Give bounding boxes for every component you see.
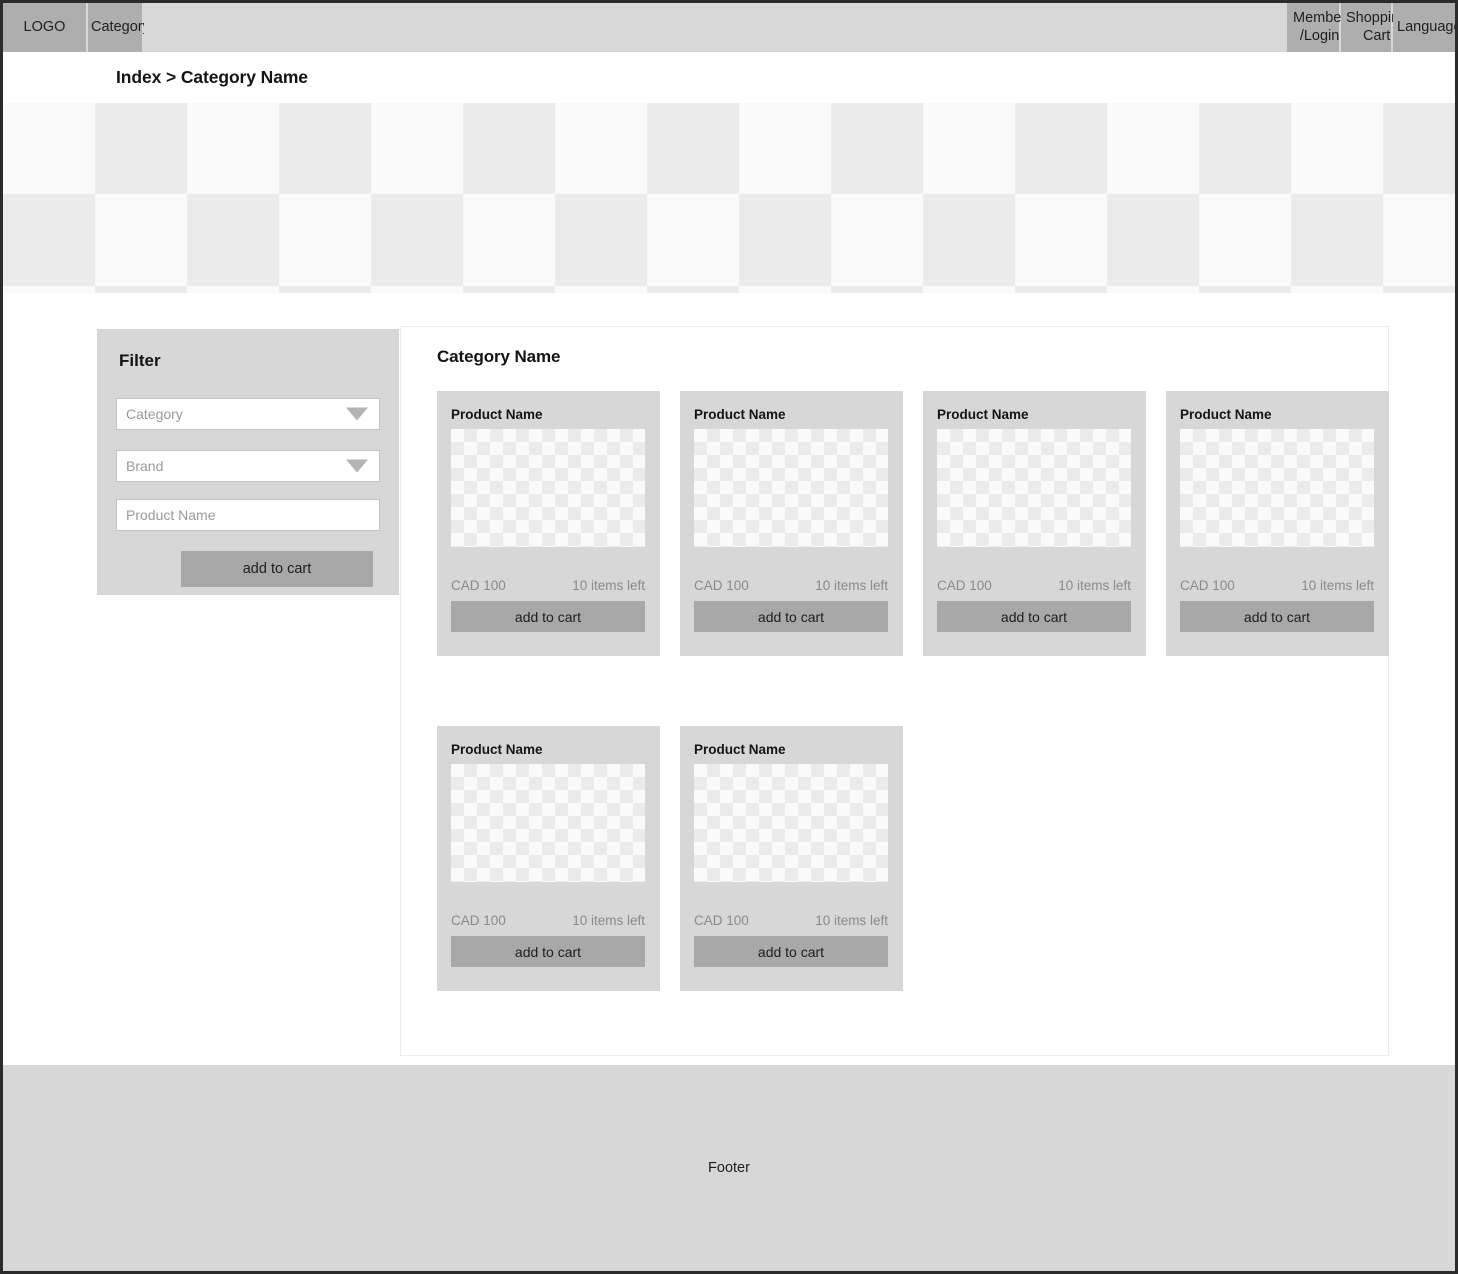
product-stock: 10 items left <box>572 913 645 928</box>
add-to-cart-button[interactable]: add to cart <box>694 936 888 967</box>
product-card[interactable]: Product Name CAD 100 10 items left add t… <box>1166 391 1389 656</box>
product-stock: 10 items left <box>1301 578 1374 593</box>
logo-button[interactable]: LOGO <box>3 3 88 52</box>
brand-select[interactable]: Brand <box>116 450 380 482</box>
product-meta: CAD 100 10 items left <box>694 913 888 928</box>
product-card[interactable]: Product Name CAD 100 10 items left add t… <box>437 726 660 991</box>
product-price: CAD 100 <box>694 578 749 593</box>
product-price: CAD 100 <box>451 913 506 928</box>
add-to-cart-button[interactable]: add to cart <box>694 601 888 632</box>
nav-right-group: Member /Login Shopping Cart Language <box>1287 3 1455 52</box>
breadcrumb-band: Index > Category Name <box>3 52 1455 103</box>
filter-panel: Filter Category Brand Product Name add t… <box>97 329 399 595</box>
product-image-placeholder <box>937 429 1131 547</box>
product-name: Product Name <box>694 407 786 422</box>
language-button[interactable]: Language <box>1393 3 1455 52</box>
add-to-cart-button[interactable]: add to cart <box>451 936 645 967</box>
product-meta: CAD 100 10 items left <box>451 913 645 928</box>
footer-label: Footer <box>708 1160 750 1176</box>
add-to-cart-button[interactable]: add to cart <box>937 601 1131 632</box>
products-panel: Category Name Product Name CAD 100 10 it… <box>400 326 1389 1056</box>
nav-spacer <box>144 3 1287 52</box>
product-card[interactable]: Product Name CAD 100 10 items left add t… <box>437 391 660 656</box>
product-card[interactable]: Product Name CAD 100 10 items left add t… <box>923 391 1146 656</box>
product-meta: CAD 100 10 items left <box>451 578 645 593</box>
product-stock: 10 items left <box>815 578 888 593</box>
product-name-input-value: Product Name <box>126 507 216 523</box>
footer: Footer <box>3 1065 1455 1271</box>
category-select-value: Category <box>126 406 183 422</box>
product-card[interactable]: Product Name CAD 100 10 items left add t… <box>680 391 903 656</box>
product-stock: 10 items left <box>815 913 888 928</box>
breadcrumb[interactable]: Index > Category Name <box>116 67 308 88</box>
brand-select-value: Brand <box>126 458 164 474</box>
product-name-input-wrapper[interactable]: Product Name <box>116 499 380 531</box>
grid-row-separator <box>437 676 1389 706</box>
product-price: CAD 100 <box>451 578 506 593</box>
chevron-down-icon <box>346 459 368 473</box>
product-meta: CAD 100 10 items left <box>1180 578 1374 593</box>
product-image-placeholder <box>451 429 645 547</box>
product-price: CAD 100 <box>937 578 992 593</box>
nav-item-category[interactable]: Category <box>88 3 150 52</box>
product-name: Product Name <box>451 407 543 422</box>
banner-image-placeholder[interactable] <box>3 103 1455 293</box>
chevron-down-icon <box>346 407 368 421</box>
product-name: Product Name <box>451 742 543 757</box>
product-meta: CAD 100 10 items left <box>937 578 1131 593</box>
add-to-cart-button[interactable]: add to cart <box>1180 601 1374 632</box>
product-price: CAD 100 <box>1180 578 1235 593</box>
product-price: CAD 100 <box>694 913 749 928</box>
product-image-placeholder <box>451 764 645 882</box>
product-stock: 10 items left <box>572 578 645 593</box>
language-label: Language <box>1397 18 1458 35</box>
product-name: Product Name <box>937 407 1029 422</box>
product-image-placeholder <box>1180 429 1374 547</box>
add-to-cart-button[interactable]: add to cart <box>451 601 645 632</box>
filter-add-to-cart-button[interactable]: add to cart <box>181 551 373 587</box>
product-name: Product Name <box>1180 407 1272 422</box>
product-name: Product Name <box>694 742 786 757</box>
shopping-cart-button[interactable]: Shopping Cart <box>1341 3 1407 52</box>
logo-label: LOGO <box>23 18 66 35</box>
nav-category-label: Category <box>91 18 150 35</box>
top-navigation-bar: LOGO Category Member /Login Shopping Car… <box>3 3 1455 52</box>
category-select[interactable]: Category <box>116 398 380 430</box>
product-image-placeholder <box>694 764 888 882</box>
wireframe-page: LOGO Category Member /Login Shopping Car… <box>0 0 1458 1274</box>
page-title: Category Name <box>437 347 561 366</box>
product-image-placeholder <box>694 429 888 547</box>
filter-title: Filter <box>119 351 161 370</box>
product-card[interactable]: Product Name CAD 100 10 items left add t… <box>680 726 903 991</box>
product-meta: CAD 100 10 items left <box>694 578 888 593</box>
member-login-button[interactable]: Member /Login <box>1287 3 1346 52</box>
product-grid: Product Name CAD 100 10 items left add t… <box>437 391 1389 991</box>
member-login-label: Member /Login <box>1293 10 1347 44</box>
body-region: Filter Category Brand Product Name add t… <box>3 293 1455 1065</box>
product-stock: 10 items left <box>1058 578 1131 593</box>
